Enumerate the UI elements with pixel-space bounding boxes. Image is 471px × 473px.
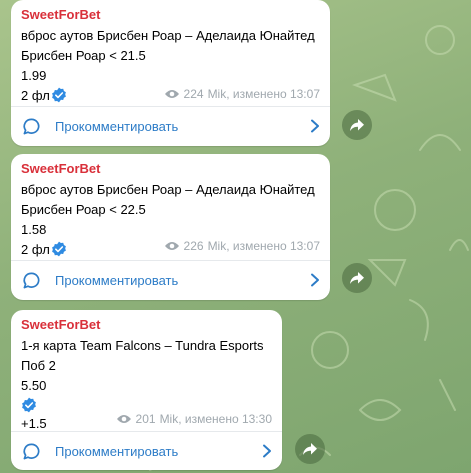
post-footer: Mik, изменено 13:30 (159, 412, 272, 426)
post-text-line: Брисбен Роар < 22.5 (21, 202, 146, 217)
comment-label: Прокомментировать (55, 443, 179, 459)
channel-post: SweetForBet вброс аутов Брисбен Роар – А… (11, 154, 330, 300)
view-count: 224 (183, 87, 204, 101)
post-text-fragment: 2 фл (21, 242, 50, 257)
eye-icon (116, 415, 131, 423)
post-text-line: Поб 2 (21, 358, 56, 373)
comment-label: Прокомментировать (55, 272, 179, 288)
eye-icon (164, 90, 179, 98)
post-text-fragment: 2 фл (21, 88, 50, 103)
post-footer: Mik, изменено 13:07 (207, 87, 320, 101)
post-footer: Mik, изменено 13:07 (207, 239, 320, 253)
view-count: 226 (183, 239, 204, 253)
share-icon (350, 119, 364, 131)
post-meta: 224 Mik, изменено 13:07 (164, 86, 320, 102)
post-text-line: 5.50 (21, 378, 47, 393)
channel-post: SweetForBet 1-я карта Team Falcons – Tun… (11, 310, 282, 470)
post-text-line: вброс аутов Брисбен Роар – Аделаида Юнай… (21, 182, 315, 197)
comment-button[interactable]: Прокомментировать (11, 261, 330, 299)
comment-button[interactable]: Прокомментировать (11, 432, 282, 470)
share-button[interactable] (342, 110, 372, 140)
chevron-right-icon (311, 273, 319, 287)
post-meta: 226 Mik, изменено 13:07 (164, 238, 320, 254)
post-text-line: 1.58 (21, 222, 47, 237)
comment-icon (23, 272, 40, 288)
post-text-line: Брисбен Роар < 21.5 (21, 48, 146, 63)
comment-icon (23, 443, 40, 459)
share-button[interactable] (295, 434, 325, 464)
chevron-right-icon (311, 119, 319, 133)
post-meta: 201 Mik, изменено 13:30 (116, 411, 272, 427)
comment-icon (23, 118, 40, 134)
sender-name[interactable]: SweetForBet (21, 160, 320, 178)
verified-check-icon (22, 397, 36, 413)
share-icon (303, 443, 317, 455)
post-text-line: вброс аутов Брисбен Роар – Аделаида Юнай… (21, 28, 315, 43)
comment-label: Прокомментировать (55, 118, 179, 134)
sender-name[interactable]: SweetForBet (21, 6, 320, 24)
verified-check-icon (51, 87, 66, 103)
post-text-line: 1-я карта Team Falcons – Tundra Esports (21, 338, 264, 353)
eye-icon (164, 242, 179, 250)
post-text-line: 1.99 (21, 68, 47, 83)
channel-post: SweetForBet вброс аутов Брисбен Роар – А… (11, 0, 330, 146)
share-button[interactable] (342, 263, 372, 293)
sender-name[interactable]: SweetForBet (21, 316, 272, 334)
share-icon (350, 272, 364, 284)
chevron-right-icon (263, 444, 271, 458)
comment-button[interactable]: Прокомментировать (11, 107, 330, 145)
verified-check-icon (51, 241, 66, 257)
view-count: 201 (135, 412, 156, 426)
